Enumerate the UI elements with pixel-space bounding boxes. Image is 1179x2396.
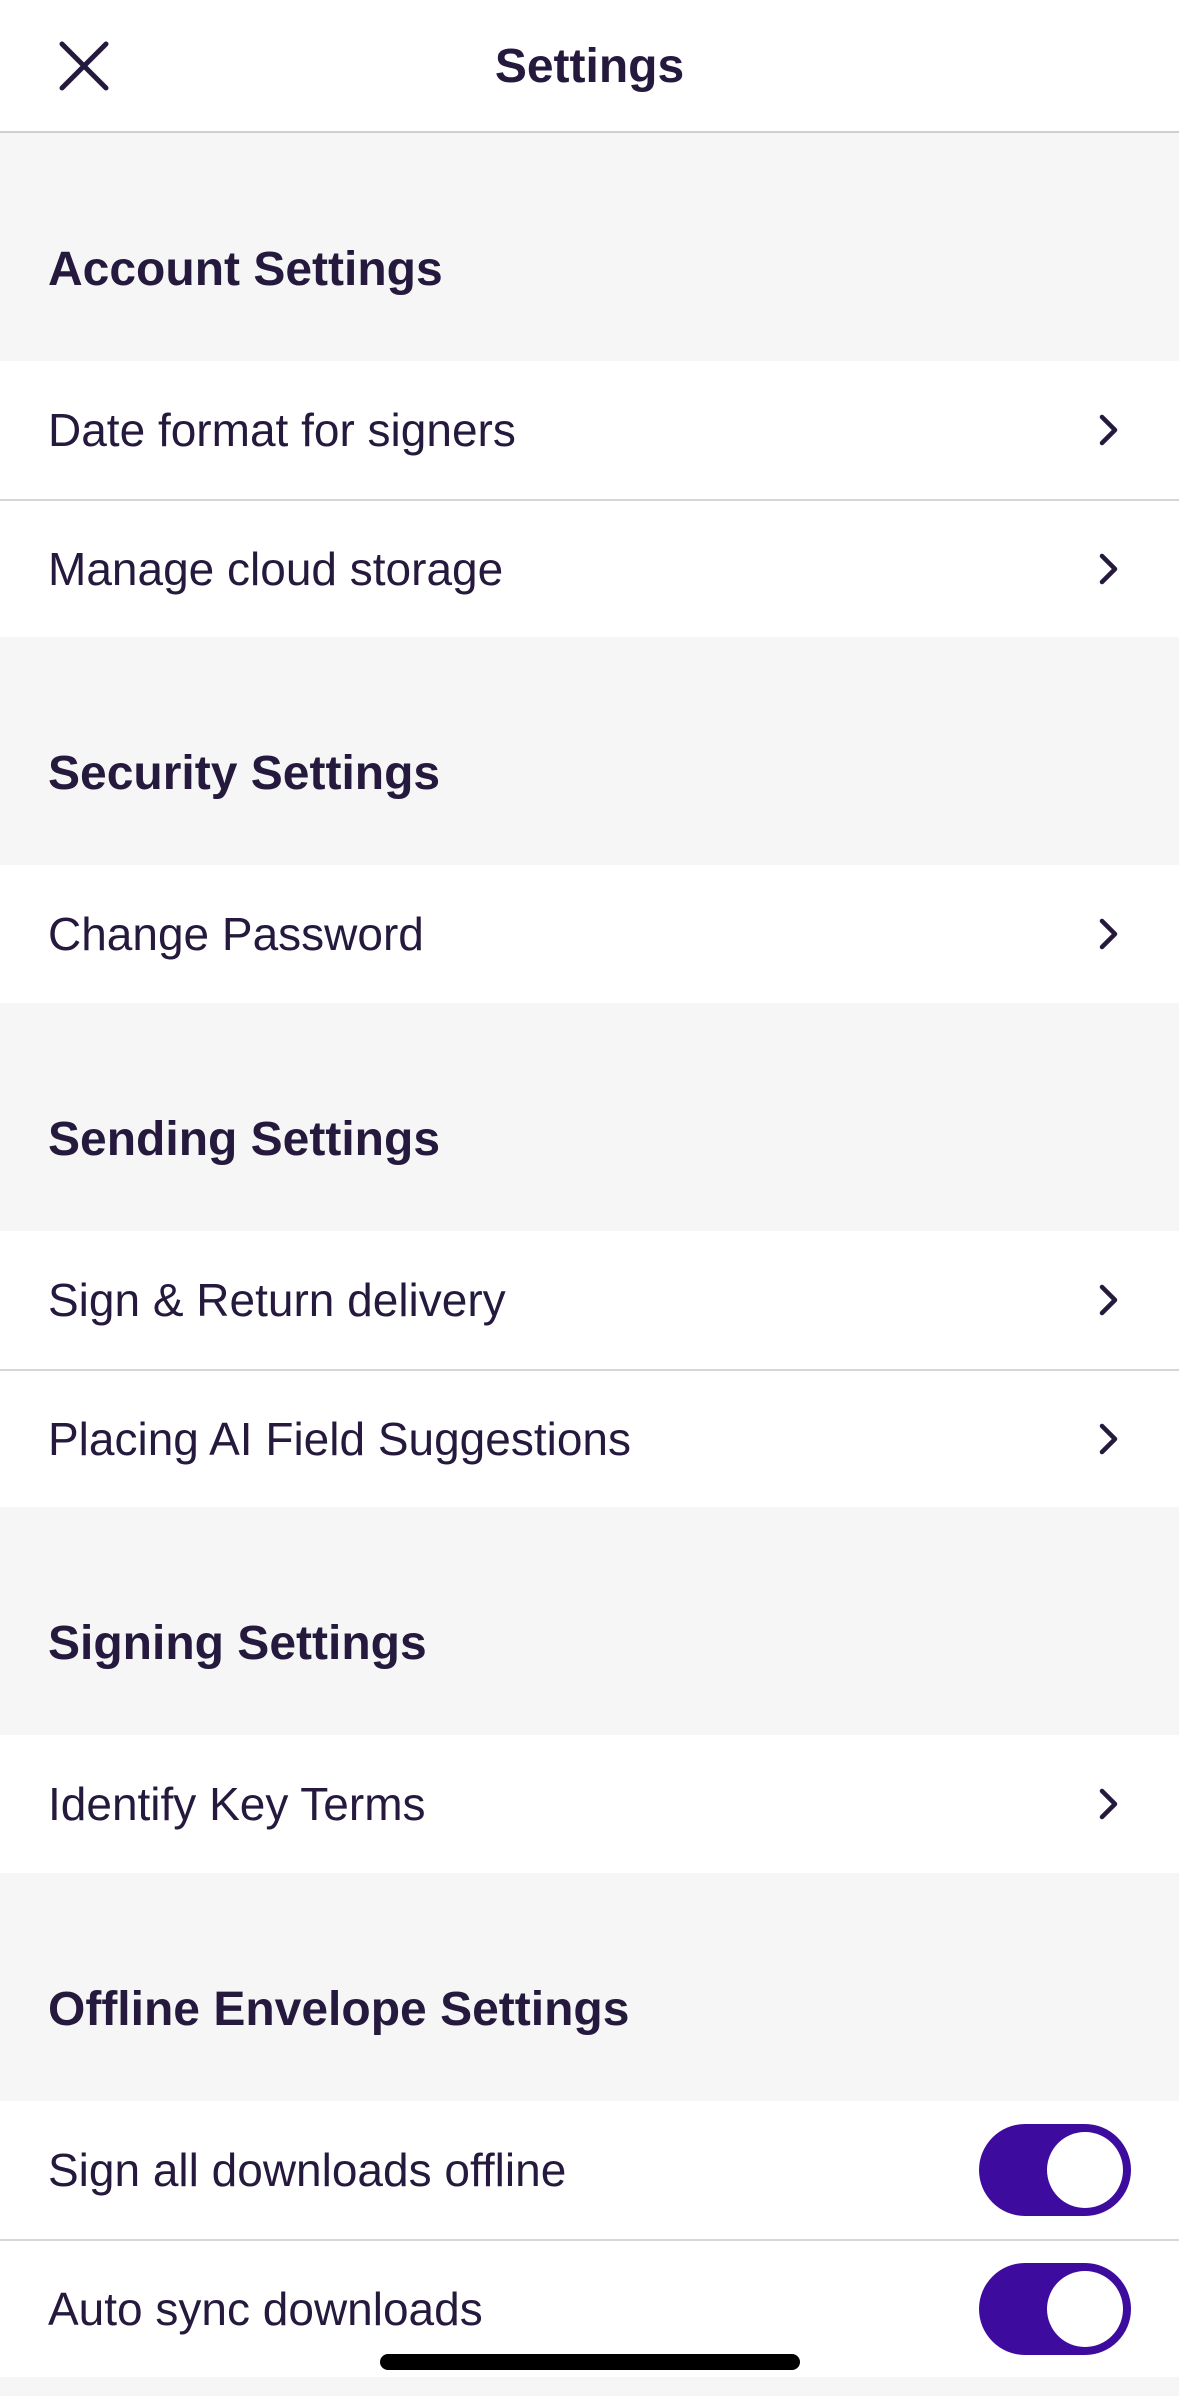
settings-item-sign-return-delivery[interactable]: Sign & Return delivery <box>0 1231 1179 1369</box>
settings-item-label: Date format for signers <box>48 404 516 456</box>
auto-sync-toggle[interactable] <box>979 2263 1131 2355</box>
settings-list: Account Settings Date format for signers… <box>0 133 1179 2377</box>
settings-item-label: Placing AI Field Suggestions <box>48 1413 632 1465</box>
settings-item-label: Identify Key Terms <box>48 1778 426 1830</box>
home-indicator <box>380 2354 800 2370</box>
section-header-account: Account Settings <box>48 242 443 296</box>
settings-item-label: Change Password <box>48 908 424 960</box>
chevron-right-icon <box>1099 553 1118 585</box>
settings-item-label: Manage cloud storage <box>48 543 504 595</box>
chevron-right-icon <box>1099 918 1118 950</box>
section-header-security: Security Settings <box>48 746 441 800</box>
settings-item-label: Sign & Return delivery <box>48 1274 506 1326</box>
close-button[interactable] <box>40 22 128 110</box>
chevron-right-icon <box>1099 1788 1118 1820</box>
section-header-sending: Sending Settings <box>48 1112 441 1166</box>
chevron-right-icon <box>1099 1284 1118 1316</box>
chevron-right-icon <box>1099 1423 1118 1455</box>
page-title: Settings <box>494 40 685 93</box>
close-icon <box>59 41 109 91</box>
settings-item-ai-field-suggestions[interactable]: Placing AI Field Suggestions <box>0 1369 1179 1507</box>
toggle-knob <box>1047 2132 1123 2208</box>
settings-item-identify-key-terms[interactable]: Identify Key Terms <box>0 1735 1179 1873</box>
settings-item-cloud-storage[interactable]: Manage cloud storage <box>0 499 1179 637</box>
section-header-signing: Signing Settings <box>48 1616 427 1670</box>
settings-item-change-password[interactable]: Change Password <box>0 865 1179 1003</box>
top-bar: Settings <box>0 0 1179 133</box>
toggle-knob <box>1047 2271 1123 2347</box>
section-header-offline: Offline Envelope Settings <box>48 1982 630 2036</box>
settings-item-label: Auto sync downloads <box>48 2283 483 2335</box>
settings-item-label: Sign all downloads offline <box>48 2144 567 2196</box>
sign-offline-toggle[interactable] <box>979 2124 1131 2216</box>
settings-item-date-format[interactable]: Date format for signers <box>0 361 1179 499</box>
settings-item-sign-downloads-offline: Sign all downloads offline <box>0 2101 1179 2239</box>
chevron-right-icon <box>1099 414 1118 446</box>
